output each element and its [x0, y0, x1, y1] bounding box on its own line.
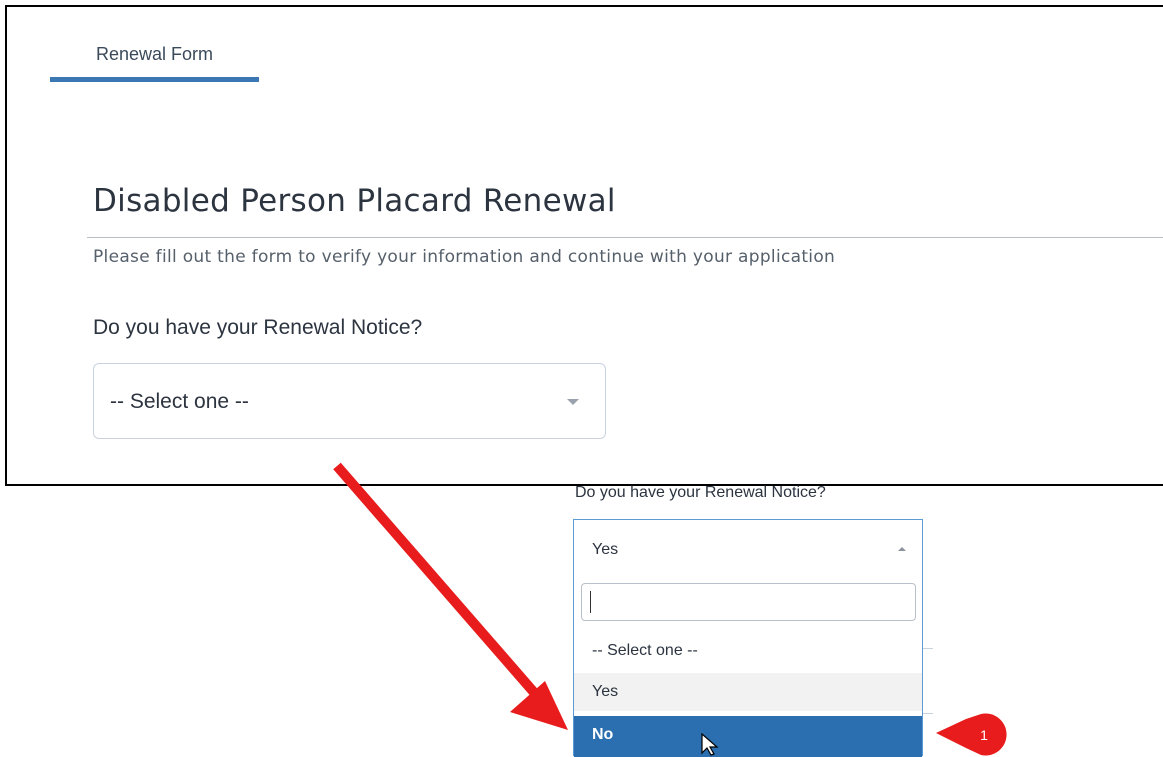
dropdown-current-selection[interactable]: Yes [574, 520, 922, 578]
mouse-pointer-icon [701, 733, 719, 756]
dropdown-current-value: Yes [592, 541, 619, 558]
divider-fragment [923, 713, 933, 714]
option-no[interactable]: No [574, 716, 922, 757]
zoomed-question-label: Do you have your Renewal Notice? [575, 484, 826, 501]
dropdown-search-input[interactable] [581, 583, 916, 621]
step-badge-annotation: 1 [936, 713, 1007, 756]
step-badge-number: 1 [980, 727, 988, 743]
renewal-notice-dropdown-open[interactable]: Yes -- Select one -- Yes No [573, 519, 923, 757]
text-cursor [590, 591, 591, 613]
option-select-one[interactable]: -- Select one -- [574, 632, 922, 670]
divider-fragment [923, 648, 933, 649]
chevron-up-icon [898, 547, 906, 551]
option-yes[interactable]: Yes [574, 673, 922, 711]
